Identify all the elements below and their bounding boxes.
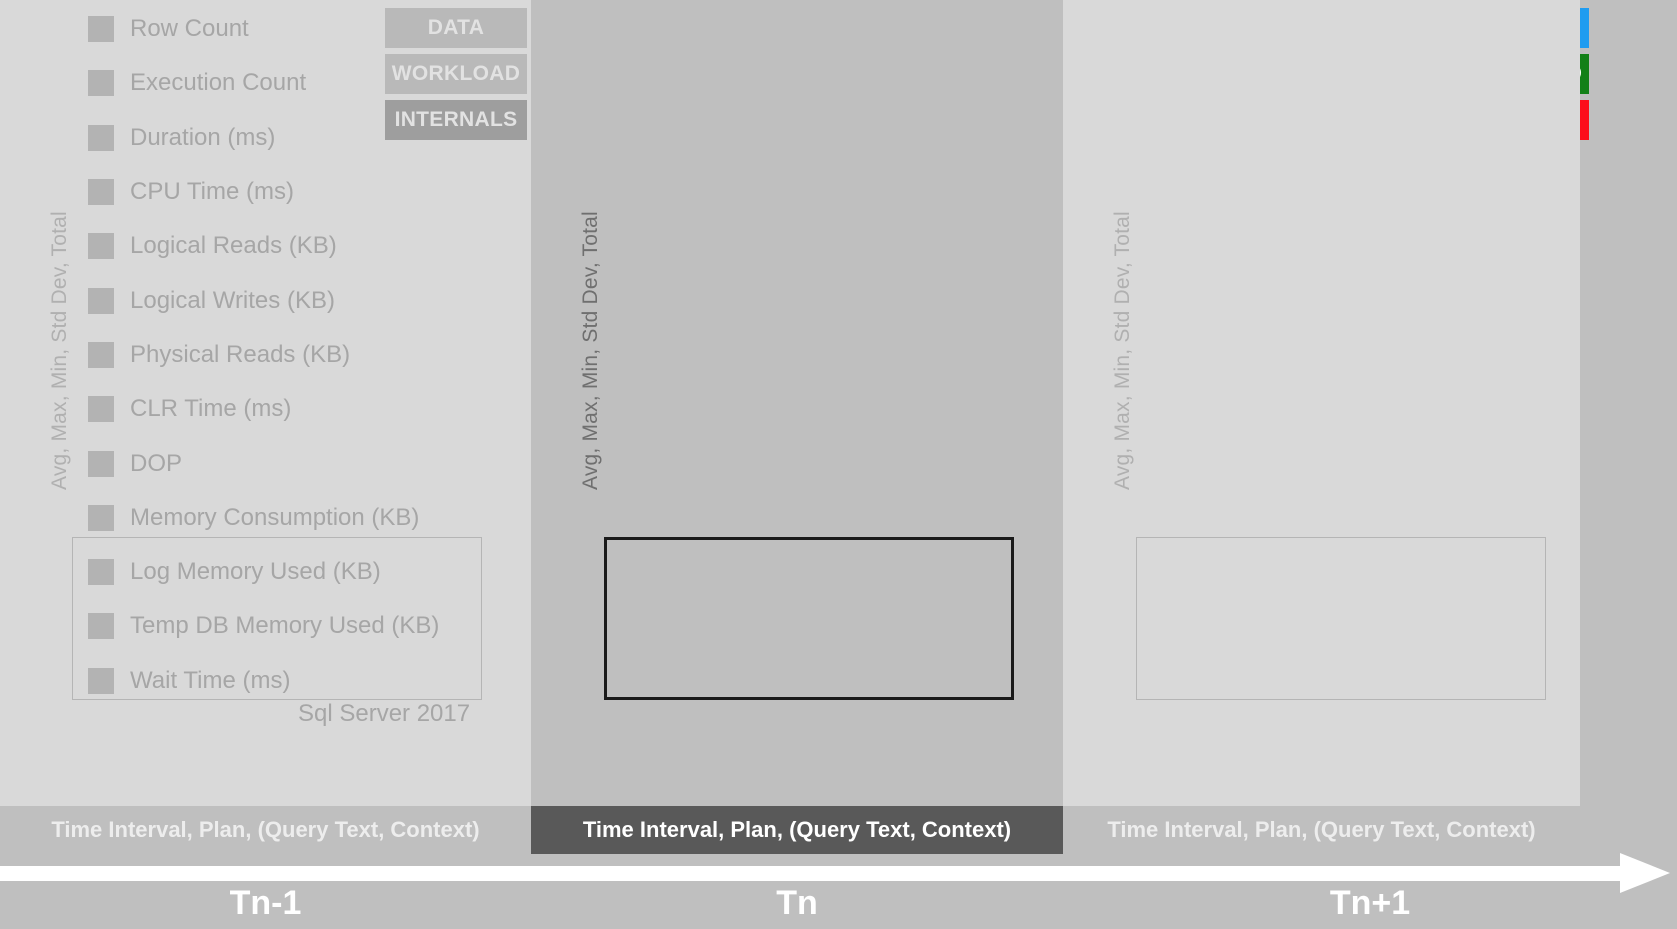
metric-color-swatch-icon: [88, 341, 114, 368]
sql-server-metrics-diagram: Avg, Max, Min, Std Dev, Total Row Count E…: [0, 0, 1677, 929]
timeline-arrow-shaft: [0, 866, 1630, 881]
dimension-band-tn-plus-1: Time Interval, Plan, (Query Text, Contex…: [1063, 806, 1580, 854]
timeline-tick-tn-minus-1: Tn-1: [229, 884, 302, 922]
metric-label: CLR Time (ms): [130, 395, 292, 423]
axis-label-text: Avg, Max, Min, Std Dev, Total: [48, 211, 71, 490]
metric-color-swatch-icon: [88, 396, 114, 423]
dimension-band-label: Time Interval, Plan, (Query Text, Contex…: [51, 817, 480, 842]
dimension-band-label: Time Interval, Plan, (Query Text, Contex…: [1107, 817, 1536, 842]
category-chip-workload: WORKLOAD: [385, 54, 527, 94]
memory-metrics-group-box: [72, 537, 482, 700]
axis-label-tn: Avg, Max, Min, Std Dev, Total: [531, 0, 602, 806]
dimension-band-tn-minus-1: Time Interval, Plan, (Query Text, Contex…: [0, 806, 531, 854]
metric-label: Row Count: [130, 15, 249, 43]
timeline-tick-tn: Tn: [776, 884, 818, 922]
metric-row: CLR Time (ms): [88, 382, 439, 436]
metric-row: CPU Time (ms): [88, 165, 439, 219]
metric-label: Memory Consumption (KB): [130, 503, 420, 531]
memory-metrics-group-box: [604, 537, 1014, 700]
axis-label-tn-plus-1: Avg, Max, Min, Std Dev, Total: [1063, 0, 1134, 806]
metric-label: DOP: [130, 449, 183, 477]
axis-label-tn-minus-1: Avg, Max, Min, Std Dev, Total: [0, 0, 71, 806]
metric-label: Logical Reads (KB): [130, 232, 337, 260]
metric-label: Duration (ms): [130, 123, 276, 151]
metric-label: Physical Reads (KB): [130, 340, 351, 368]
metric-label: CPU Time (ms): [130, 178, 294, 206]
category-chip-internals: INTERNALS: [385, 100, 527, 140]
metric-color-swatch-icon: [88, 124, 114, 151]
dimension-band-label: Time Interval, Plan, (Query Text, Contex…: [582, 817, 1012, 842]
memory-metrics-group-box: [1136, 537, 1546, 700]
metric-row: Logical Reads (KB): [88, 219, 439, 273]
timeline-axis: Tn-1 Tn Tn+1: [0, 853, 1677, 929]
axis-label-text: Avg, Max, Min, Std Dev, Total: [579, 211, 602, 490]
metric-color-swatch-icon: [88, 287, 114, 314]
metric-row: DOP: [88, 436, 439, 490]
metric-color-swatch-icon: [88, 16, 114, 43]
metric-color-swatch-icon: [88, 179, 114, 206]
category-chip-data: DATA: [385, 8, 527, 48]
metric-color-swatch-icon: [88, 70, 114, 97]
metric-color-swatch-icon: [88, 504, 114, 531]
metric-color-swatch-icon: [88, 233, 114, 260]
timeline-tick-tn-plus-1: Tn+1: [1329, 884, 1411, 922]
card-caption-tn-minus-1: Sql Server 2017: [298, 700, 471, 727]
axis-label-text: Avg, Max, Min, Std Dev, Total: [1111, 211, 1134, 490]
dimension-band-tn: Time Interval, Plan, (Query Text, Contex…: [531, 806, 1063, 854]
metric-label: Logical Writes (KB): [130, 286, 335, 314]
metric-row: Physical Reads (KB): [88, 328, 439, 382]
metric-color-swatch-icon: [88, 450, 114, 477]
metric-row: Logical Writes (KB): [88, 273, 439, 327]
metric-label: Execution Count: [130, 69, 307, 97]
